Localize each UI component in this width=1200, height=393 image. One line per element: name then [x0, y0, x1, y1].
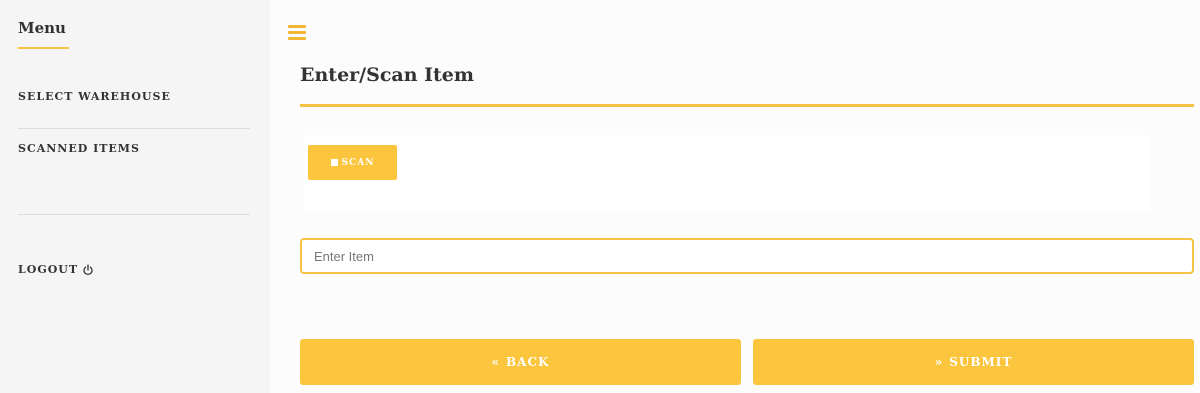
submit-button-label: SUBMIT	[949, 355, 1013, 369]
square-icon	[330, 159, 338, 166]
menu-title: Menu	[18, 19, 66, 37]
sidebar-item-select-warehouse[interactable]: SELECT WAREHOUSE	[18, 90, 171, 103]
logout-link[interactable]: LOGOUT	[18, 263, 94, 276]
power-icon	[83, 263, 93, 275]
sidebar-divider	[18, 128, 250, 129]
scan-button[interactable]: SCAN	[308, 145, 397, 180]
double-chevron-left-icon: «	[491, 355, 501, 369]
enter-item-input[interactable]	[300, 238, 1194, 274]
sidebar-divider	[18, 214, 250, 215]
hamburger-icon[interactable]	[288, 25, 306, 40]
double-chevron-right-icon: »	[934, 355, 944, 369]
scan-panel	[304, 135, 1150, 212]
sidebar: Menu SELECT WAREHOUSE SCANNED ITEMS LOGO…	[0, 0, 270, 393]
scan-button-label: SCAN	[341, 157, 375, 168]
menu-underline	[18, 47, 69, 49]
sidebar-item-scanned-items[interactable]: SCANNED ITEMS	[18, 142, 140, 155]
back-button-label: BACK	[506, 355, 550, 369]
logout-label: LOGOUT	[18, 263, 79, 276]
title-divider	[300, 104, 1194, 107]
back-button[interactable]: « BACK	[300, 339, 741, 385]
submit-button[interactable]: » SUBMIT	[753, 339, 1194, 385]
page-title: Enter/Scan Item	[300, 64, 474, 86]
